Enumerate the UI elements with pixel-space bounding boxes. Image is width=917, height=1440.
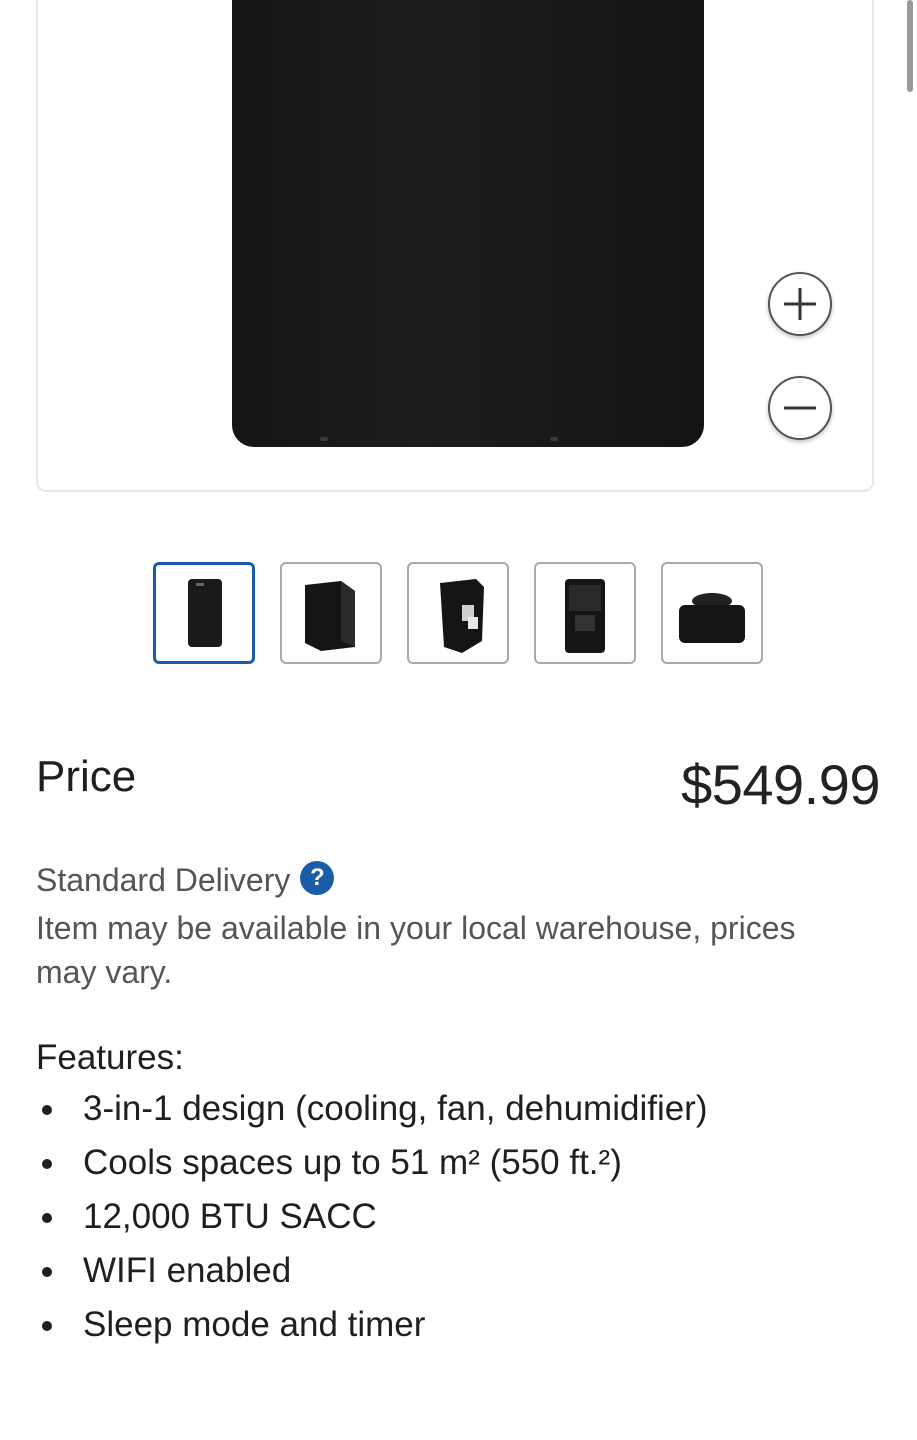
product-accessories-thumbnail xyxy=(679,593,745,643)
scrollbar[interactable] xyxy=(907,0,913,92)
product-front-thumbnail xyxy=(188,579,222,647)
availability-note: Item may be available in your local ware… xyxy=(36,910,796,990)
thumbnail-5[interactable] xyxy=(661,562,763,664)
thumbnail-1[interactable] xyxy=(153,562,255,664)
thumbnail-2[interactable] xyxy=(280,562,382,664)
feature-item: WIFI enabled xyxy=(36,1244,708,1298)
delivery-label: Standard Delivery xyxy=(36,862,291,898)
product-angle-thumbnail xyxy=(305,581,355,651)
plus-icon xyxy=(784,288,816,320)
feature-item: Cools spaces up to 51 m² (550 ft.²) xyxy=(36,1136,708,1190)
product-foot xyxy=(320,437,328,441)
product-image xyxy=(232,0,704,447)
zoom-out-button[interactable] xyxy=(768,376,832,440)
product-image-viewer[interactable] xyxy=(36,0,874,492)
delivery-info: Standard Delivery ? xyxy=(36,860,335,899)
minus-icon xyxy=(784,406,816,410)
thumbnail-3[interactable] xyxy=(407,562,509,664)
product-side-thumbnail xyxy=(440,579,484,653)
feature-item: Sleep mode and timer xyxy=(36,1298,708,1352)
price-value: $549.99 xyxy=(681,753,880,816)
product-foot xyxy=(550,437,558,441)
help-icon[interactable]: ? xyxy=(300,860,335,895)
features-title: Features: xyxy=(36,1038,184,1077)
features-list: 3-in-1 design (cooling, fan, dehumidifie… xyxy=(36,1082,708,1352)
product-back-thumbnail xyxy=(565,579,605,653)
thumbnail-strip xyxy=(153,562,763,664)
price-label: Price xyxy=(36,752,137,801)
thumbnail-4[interactable] xyxy=(534,562,636,664)
zoom-in-button[interactable] xyxy=(768,272,832,336)
feature-item: 3-in-1 design (cooling, fan, dehumidifie… xyxy=(36,1082,708,1136)
feature-item: 12,000 BTU SACC xyxy=(36,1190,708,1244)
